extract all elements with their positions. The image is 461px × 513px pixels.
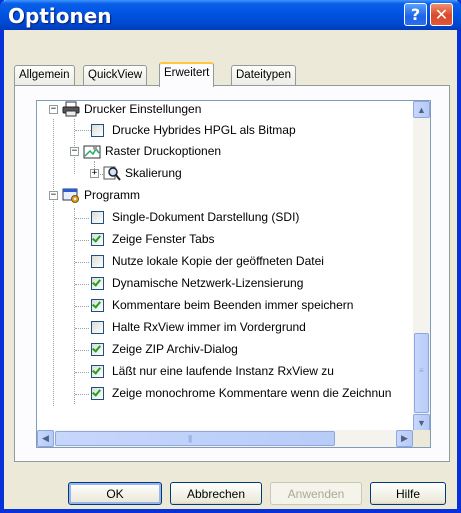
checkbox[interactable] <box>91 342 104 356</box>
tab-dateitypen[interactable]: Dateitypen <box>231 65 296 86</box>
checkbox[interactable] <box>91 298 104 312</box>
tree-raster-group[interactable]: − Raster Druckoptionen <box>70 141 221 161</box>
tree-label-program: Programm <box>84 188 141 202</box>
scroll-left-button[interactable]: ◀ <box>37 430 54 447</box>
tree-option[interactable]: Dynamische Netzwerk-Lizensierung <box>91 273 303 293</box>
tree-option[interactable]: Zeige ZIP Archiv-Dialog <box>91 339 238 359</box>
tree-option[interactable]: Halte RxView immer im Vordergrund <box>91 317 306 337</box>
checkbox[interactable] <box>91 254 104 268</box>
title-bar[interactable]: Optionen ? ✕ <box>0 0 461 30</box>
collapse-icon[interactable]: − <box>70 146 79 156</box>
tree-option-label: Zeige Fenster Tabs <box>112 232 215 246</box>
tab-erweitert[interactable]: Erweitert <box>159 62 215 87</box>
tree-label-raster: Raster Druckoptionen <box>105 144 222 158</box>
tree-printer-group[interactable]: − Drucker Einstellungen <box>49 101 202 119</box>
checkbox[interactable] <box>91 123 104 137</box>
checkbox[interactable] <box>91 364 104 378</box>
tree-option-label: Läßt nur eine laufende Instanz RxView zu <box>112 364 334 378</box>
tree-option[interactable]: Läßt nur eine laufende Instanz RxView zu <box>91 361 334 381</box>
scroll-right-button[interactable]: ▶ <box>396 430 413 447</box>
window-title: Optionen <box>8 4 112 28</box>
scrollbar-corner <box>413 430 430 447</box>
chevron-left-icon: ◀ <box>42 433 49 443</box>
tree-option[interactable]: Zeige monochrome Kommentare wenn die Zei… <box>91 383 391 403</box>
scroll-down-button[interactable]: ▼ <box>413 414 430 431</box>
check-icon <box>92 232 101 243</box>
close-button[interactable]: ✕ <box>430 3 453 26</box>
raster-icon <box>83 145 101 159</box>
options-tree[interactable]: − Drucker Einstellungen Drucke Hybrides … <box>36 100 431 448</box>
tree-option[interactable]: Single-Dokument Darstellung (SDI) <box>91 207 299 227</box>
tree-option-hpgl[interactable]: Drucke Hybrides HPGL als Bitmap <box>91 120 296 140</box>
magnifier-icon <box>103 166 121 181</box>
apply-button[interactable]: Anwenden <box>270 482 362 505</box>
scroll-up-button[interactable]: ▲ <box>413 101 430 118</box>
tree-option-label: Zeige monochrome Kommentare wenn die Zei… <box>112 386 392 400</box>
cancel-button[interactable]: Abbrechen <box>170 482 262 505</box>
ok-button[interactable]: OK <box>68 482 162 505</box>
tree-option-label: Kommentare beim Beenden immer speichern <box>112 298 354 312</box>
grip-icon: ≡ <box>419 366 424 375</box>
help-title-button[interactable]: ? <box>404 3 427 26</box>
tree-option[interactable]: Nutze lokale Kopie der geöffneten Datei <box>91 251 324 271</box>
tree-option-label: Nutze lokale Kopie der geöffneten Datei <box>112 254 324 268</box>
checkbox[interactable] <box>91 276 104 290</box>
check-icon <box>92 364 101 375</box>
tab-quickview[interactable]: QuickView <box>83 65 148 86</box>
grip-icon: ||| <box>188 434 192 443</box>
options-dialog: Optionen ? ✕ Allgemein QuickView Erweite… <box>0 0 461 513</box>
check-icon <box>92 276 101 287</box>
question-icon: ? <box>410 5 421 24</box>
checkbox[interactable] <box>91 232 104 246</box>
expand-icon[interactable]: + <box>90 168 99 178</box>
close-icon: ✕ <box>434 5 449 24</box>
program-icon <box>62 188 79 203</box>
tab-panel-erweitert: − Drucker Einstellungen Drucke Hybrides … <box>14 85 450 462</box>
printer-icon <box>62 101 80 117</box>
chevron-up-icon: ▲ <box>417 104 426 115</box>
check-icon <box>92 342 101 353</box>
vertical-scroll-thumb[interactable]: ≡ <box>414 333 429 413</box>
collapse-icon[interactable]: − <box>49 190 58 200</box>
tab-allgemein[interactable]: Allgemein <box>14 65 75 86</box>
check-icon <box>92 386 101 397</box>
tree-label-hpgl: Drucke Hybrides HPGL als Bitmap <box>112 123 296 137</box>
checkbox[interactable] <box>91 320 104 334</box>
check-icon <box>92 298 101 309</box>
checkbox[interactable] <box>91 386 104 400</box>
vertical-scrollbar[interactable]: ▲ ≡ ▼ <box>413 101 430 432</box>
tree-label-scaling: Skalierung <box>125 166 182 180</box>
chevron-right-icon: ▶ <box>401 433 408 443</box>
tree-option[interactable]: Zeige Fenster Tabs <box>91 229 215 249</box>
tree-option-label: Halte RxView immer im Vordergrund <box>112 320 306 334</box>
tree-scaling[interactable]: + Skalierung <box>90 163 182 183</box>
tree-option[interactable]: Kommentare beim Beenden immer speichern <box>91 295 353 315</box>
tree-option-label: Zeige ZIP Archiv-Dialog <box>112 342 238 356</box>
chevron-down-icon: ▼ <box>417 417 426 428</box>
horizontal-scrollbar[interactable]: ◀ ||| ▶ <box>37 430 413 447</box>
checkbox[interactable] <box>91 210 104 224</box>
tree-option-label: Single-Dokument Darstellung (SDI) <box>112 210 300 224</box>
collapse-icon[interactable]: − <box>49 104 58 114</box>
horizontal-scroll-thumb[interactable]: ||| <box>55 431 335 446</box>
tree-label-printer: Drucker Einstellungen <box>84 102 202 116</box>
help-button[interactable]: Hilfe <box>370 482 446 505</box>
tree-option-label: Dynamische Netzwerk-Lizensierung <box>112 276 304 290</box>
tree-program-group[interactable]: − Programm <box>49 185 140 205</box>
